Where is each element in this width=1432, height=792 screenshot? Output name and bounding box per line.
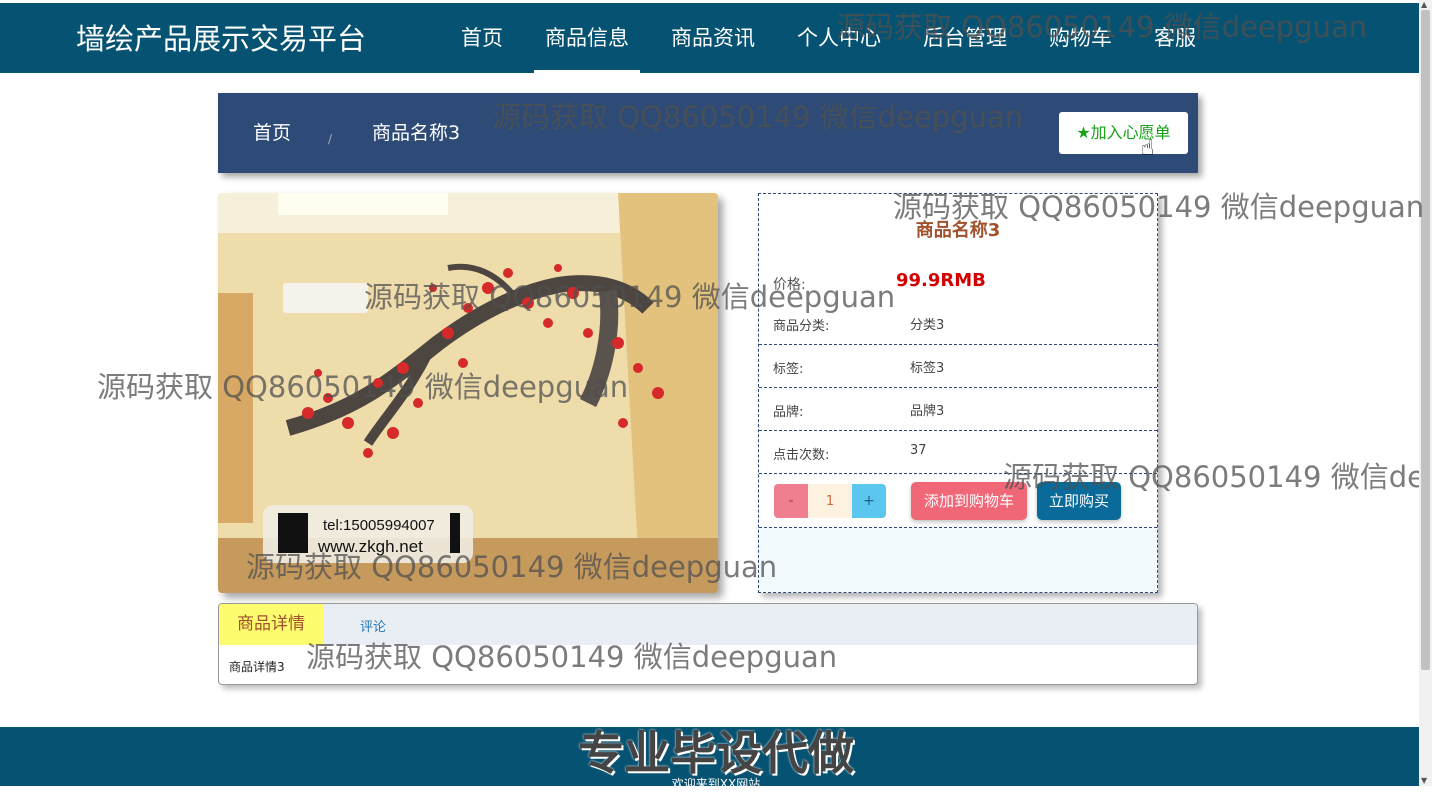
product-details-content: 商品详情3 [229, 660, 285, 674]
wishlist-label: 加入心愿单 [1090, 123, 1171, 142]
nav-service[interactable]: 客服 [1143, 3, 1207, 73]
breadcrumb-current: 商品名称3 [372, 122, 461, 144]
site-brand[interactable]: 墙绘产品展示交易平台 [76, 21, 366, 57]
tag-label: 标签: [773, 362, 804, 377]
footer-subtitle: 欢迎来到XX网站 [671, 777, 761, 791]
nav-cart[interactable]: 购物车 [1038, 3, 1123, 73]
nav-admin[interactable]: 后台管理 [912, 3, 1018, 73]
breadcrumb-home[interactable]: 首页 [253, 121, 291, 145]
category-value: 分类3 [910, 318, 945, 333]
product-info-panel: 商品名称3 价格: 99.9RMB 商品分类: 分类3 标签: 标签3 品牌: … [758, 193, 1158, 593]
top-navbar: 墙绘产品展示交易平台 首页 商品信息 商品资讯 个人中心 后台管理 购物车 客服 [0, 0, 1419, 73]
info-row-brand: 品牌: 品牌3 [759, 388, 1157, 431]
main-nav: 首页 商品信息 商品资讯 个人中心 后台管理 购物车 客服 [440, 3, 1217, 73]
quantity-decrease-button[interactable]: - [774, 484, 808, 518]
price-value: 99.9RMB [896, 270, 986, 291]
tabs-header: 商品详情 评论 [219, 604, 1197, 645]
info-row-tag: 标签: 标签3 [759, 345, 1157, 388]
brand-label: 品牌: [773, 405, 804, 420]
footer-title: 专业毕设代做 [578, 726, 854, 780]
product-title: 商品名称3 [915, 220, 1001, 241]
nav-profile[interactable]: 个人中心 [786, 3, 892, 73]
scrollbar-thumb[interactable] [1421, 10, 1430, 670]
product-info-header: 商品名称3 价格: 99.9RMB [759, 194, 1157, 303]
brand-value: 品牌3 [910, 404, 945, 419]
buy-now-button[interactable]: 立即购买 [1037, 482, 1121, 520]
category-label: 商品分类: [773, 319, 830, 334]
tag-value: 标签3 [910, 361, 945, 376]
add-to-wishlist-button[interactable]: ★加入心愿单 [1059, 112, 1188, 154]
info-row-category: 商品分类: 分类3 [759, 302, 1157, 345]
price-label: 价格: [773, 277, 806, 293]
scroll-up-arrow-icon[interactable]: ▲ [1421, 0, 1427, 10]
product-image[interactable]: tel:15005994007 www.zkgh.net [218, 193, 718, 593]
nav-home[interactable]: 首页 [450, 3, 514, 73]
breadcrumb: 首页 / 商品名称3 ★加入心愿单 [218, 93, 1198, 173]
nav-products[interactable]: 商品信息 [534, 3, 640, 73]
image-overlay-tel: tel:15005994007 [323, 517, 435, 534]
info-row-clicks: 点击次数: 37 [759, 431, 1157, 474]
clicks-label: 点击次数: [773, 448, 830, 463]
quantity-input[interactable] [808, 484, 852, 518]
mouse-pointer-icon: ☝ [1141, 136, 1155, 161]
add-to-cart-button[interactable]: 添加到购物车 [911, 482, 1027, 520]
page-footer: 专业毕设代做 欢迎来到XX网站 [0, 726, 1419, 791]
nav-news[interactable]: 商品资讯 [660, 3, 766, 73]
page-scrollbar[interactable]: ▲ ▼ [1419, 0, 1432, 786]
star-icon: ★ [1076, 123, 1091, 142]
breadcrumb-separator: / [328, 132, 333, 146]
quantity-increase-button[interactable]: + [852, 484, 886, 518]
tab-comments[interactable]: 评论 [360, 616, 386, 635]
clicks-value: 37 [910, 443, 927, 458]
product-tabs: 商品详情 评论 商品详情3 [218, 603, 1198, 685]
tab-product-details[interactable]: 商品详情 [219, 604, 323, 645]
image-overlay-site: www.zkgh.net [317, 537, 423, 556]
plum-blossom-mural-image: tel:15005994007 www.zkgh.net [218, 193, 718, 593]
purchase-actions: - + 添加到购物车 立即购买 [759, 475, 1157, 528]
